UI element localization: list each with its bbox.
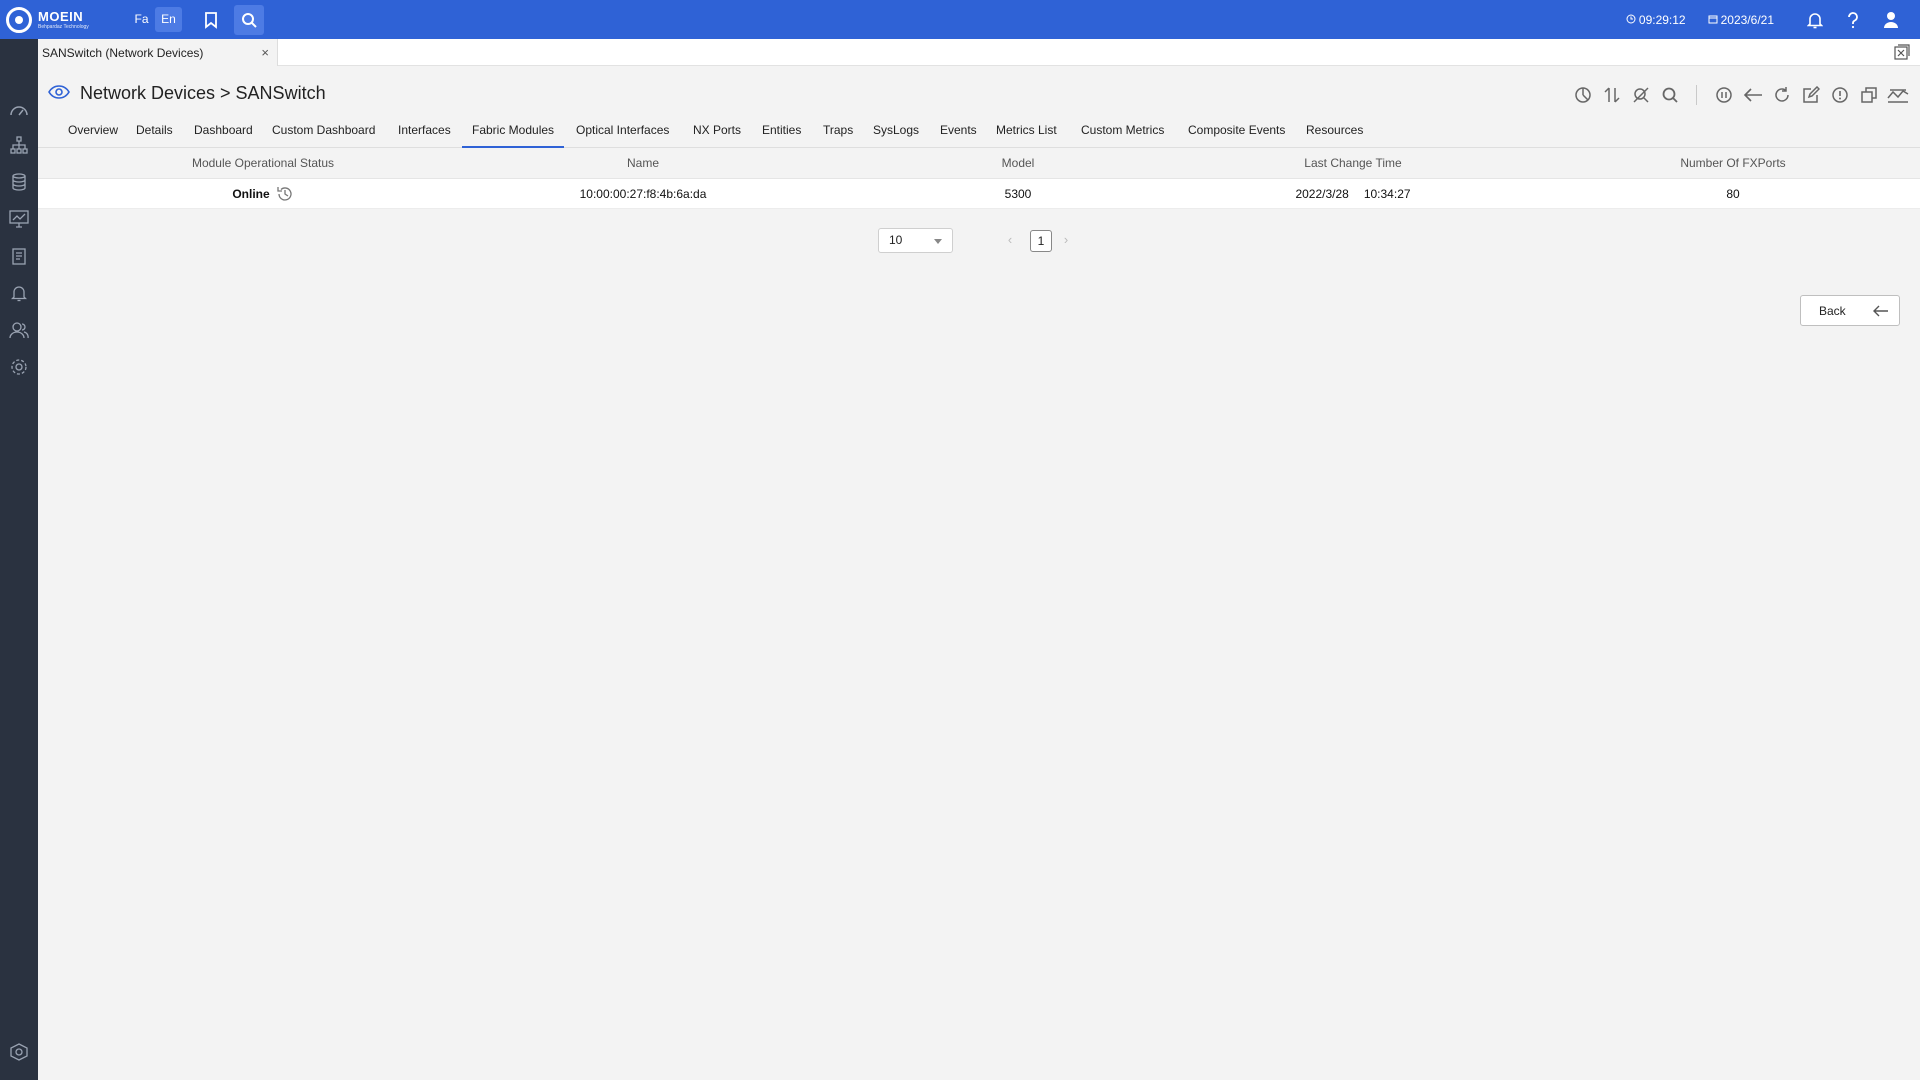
page-title: Network Devices > SANSwitch — [80, 83, 326, 103]
logo-footer-icon — [9, 1042, 29, 1062]
chevron-down-icon — [934, 239, 942, 244]
lang-en-button[interactable]: En — [155, 7, 182, 32]
logo-subtext: Behpardaz Technology — [38, 23, 89, 30]
eye-icon — [48, 85, 70, 102]
header-actions — [1568, 84, 1912, 106]
back-button-label: Back — [1819, 303, 1846, 318]
page-size-value: 10 — [889, 233, 903, 247]
logo-text: MOEIN — [38, 8, 84, 24]
refresh-icon[interactable] — [1767, 84, 1796, 106]
search-icon[interactable] — [1655, 84, 1684, 106]
next-page-button[interactable]: › — [1058, 232, 1074, 248]
current-time: 09:29:12 — [1638, 12, 1686, 27]
tab-resources[interactable]: Resources — [1296, 116, 1373, 148]
app-logo[interactable]: MOEIN Behpardaz Technology — [6, 6, 116, 33]
column-header-last-change-time[interactable]: Last Change Time — [1238, 148, 1468, 178]
topology-icon[interactable] — [9, 135, 29, 155]
tab-metrics-list[interactable]: Metrics List — [986, 116, 1067, 148]
settings-icon[interactable] — [9, 357, 29, 377]
tab-fabric-modules[interactable]: Fabric Modules — [462, 116, 565, 148]
section-tabs: Overview Details Dashboard Custom Dashbo… — [38, 116, 1920, 148]
top-bar: MOEIN Behpardaz Technology Fa En 09:29:1… — [0, 0, 1920, 39]
column-header-model[interactable]: Model — [903, 148, 1133, 178]
cell-fxports: 80 — [1726, 186, 1740, 201]
table-header: Module Operational Status Name Model Las… — [38, 148, 1920, 179]
table-row[interactable]: Online 10:00:00:27:f8:4b:6a:da 5300 2022… — [38, 179, 1920, 209]
user-icon[interactable] — [1872, 11, 1910, 29]
calendar-icon — [1708, 13, 1718, 27]
pause-icon[interactable] — [1709, 84, 1738, 106]
search-icon[interactable] — [234, 4, 264, 35]
language-switcher: Fa En — [128, 7, 182, 32]
report-icon[interactable] — [9, 246, 29, 266]
close-icon[interactable]: × — [261, 45, 269, 60]
bell-icon[interactable] — [1796, 11, 1834, 29]
date-display: 2023/6/21 — [1708, 13, 1774, 27]
tab-nx-ports[interactable]: NX Ports — [683, 116, 751, 148]
fabric-modules-table: Module Operational Status Name Model Las… — [38, 148, 1920, 209]
tab-traps[interactable]: Traps — [813, 116, 863, 148]
page-number-button[interactable]: 1 — [1030, 230, 1052, 252]
tab-composite-events[interactable]: Composite Events — [1178, 116, 1295, 148]
column-header-fxports[interactable]: Number Of FXPorts — [1618, 148, 1848, 178]
back-button[interactable]: Back — [1800, 295, 1900, 326]
close-all-tabs-icon[interactable] — [1894, 44, 1910, 60]
tab-dashboard[interactable]: Dashboard — [184, 116, 263, 148]
cell-last-change-time: 10:34:27 — [1363, 186, 1411, 201]
no-search-icon[interactable] — [1626, 84, 1655, 106]
document-tab-sanswitch[interactable]: SANSwitch (Network Devices) × — [38, 39, 278, 66]
cell-model: 5300 — [1004, 186, 1032, 201]
alarm-icon[interactable] — [9, 283, 29, 303]
logo-mark-icon — [6, 6, 32, 33]
tab-syslogs[interactable]: SysLogs — [863, 116, 929, 148]
clock-display: 09:29:12 — [1626, 13, 1686, 27]
back-arrow-icon[interactable] — [1738, 84, 1767, 106]
document-tab-label: SANSwitch (Network Devices) — [42, 45, 204, 60]
tab-events[interactable]: Events — [930, 116, 987, 148]
edit-icon[interactable] — [1796, 84, 1825, 106]
tab-custom-dashboard[interactable]: Custom Dashboard — [262, 116, 385, 148]
sort-icon[interactable] — [1597, 84, 1626, 106]
tab-optical-interfaces[interactable]: Optical Interfaces — [566, 116, 679, 148]
cell-name: 10:00:00:27:f8:4b:6a:da — [579, 186, 707, 201]
column-header-name[interactable]: Name — [528, 148, 758, 178]
page-header: Network Devices > SANSwitch — [38, 66, 1920, 116]
page-size-select[interactable]: 10 — [878, 228, 953, 253]
document-tab-strip: SANSwitch (Network Devices) × — [38, 39, 1920, 66]
actions-divider — [1696, 85, 1697, 105]
users-icon[interactable] — [9, 320, 29, 340]
speedometer-icon[interactable] — [9, 99, 29, 119]
monitor-icon[interactable] — [9, 209, 29, 229]
column-header-status[interactable]: Module Operational Status — [148, 148, 378, 178]
cell-last-change-date: 2022/3/28 — [1295, 186, 1349, 201]
window-icon[interactable] — [1854, 84, 1883, 106]
tab-custom-metrics[interactable]: Custom Metrics — [1071, 116, 1174, 148]
database-icon[interactable] — [9, 172, 29, 192]
prev-page-button[interactable]: ‹ — [1002, 232, 1018, 248]
status-text: Online — [232, 186, 270, 201]
alert-icon[interactable] — [1825, 84, 1854, 106]
lang-fa-button[interactable]: Fa — [128, 7, 155, 32]
tab-entities[interactable]: Entities — [752, 116, 811, 148]
tab-interfaces[interactable]: Interfaces — [388, 116, 461, 148]
trend-icon[interactable] — [1883, 84, 1912, 106]
clock-icon — [1626, 13, 1636, 27]
current-date: 2023/6/21 — [1720, 12, 1774, 27]
arrow-left-icon — [1873, 303, 1889, 319]
tab-overview[interactable]: Overview — [58, 116, 128, 148]
left-sidebar — [0, 39, 38, 1080]
chart-icon[interactable] — [1568, 84, 1597, 106]
history-icon[interactable] — [276, 185, 294, 203]
tab-details[interactable]: Details — [126, 116, 183, 148]
help-icon[interactable] — [1834, 11, 1872, 29]
bookmark-icon[interactable] — [196, 5, 226, 35]
